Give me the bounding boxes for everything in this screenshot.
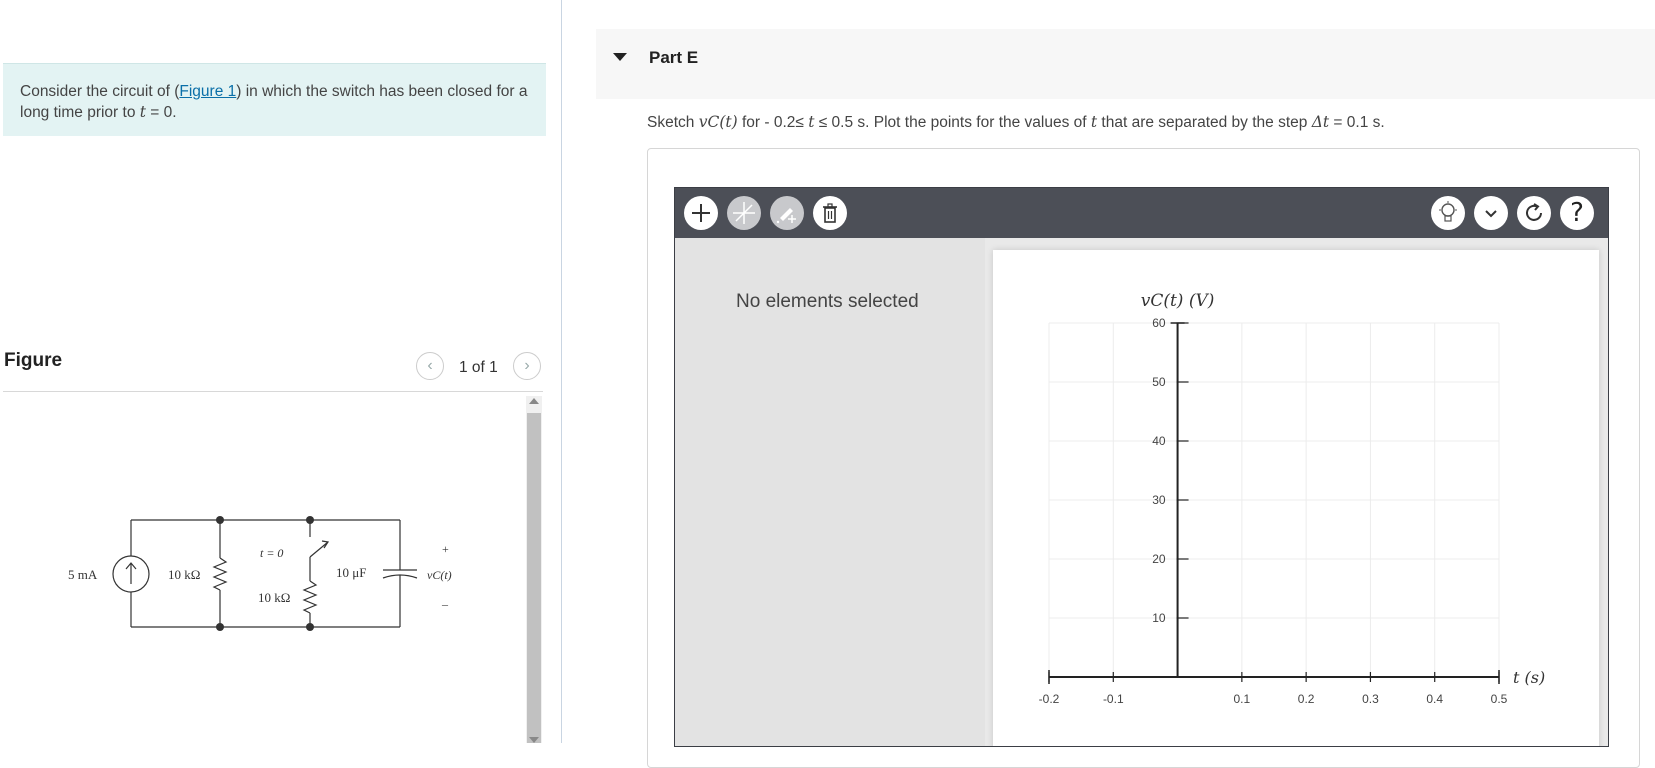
part-instruction: Sketch vC(t) for - 0.2≤ t ≤ 0.5 s. Plot … bbox=[647, 113, 1385, 132]
instruction-text-3: ≤ 0.5 s. Plot the points for the values … bbox=[814, 114, 1091, 131]
draw-curve-button[interactable] bbox=[770, 196, 804, 230]
hint-button[interactable] bbox=[1431, 196, 1465, 230]
left-panel: Consider the circuit of (Figure 1) in wh… bbox=[0, 0, 560, 743]
y-tick-label: 60 bbox=[1152, 316, 1166, 330]
chevron-left-icon: ‹ bbox=[427, 357, 433, 374]
reset-icon bbox=[1526, 203, 1542, 221]
figure-divider bbox=[3, 391, 543, 392]
switch-label: t = 0 bbox=[260, 546, 283, 560]
y-tick-label: 40 bbox=[1152, 434, 1166, 448]
pager-prev-button[interactable]: ‹ bbox=[416, 352, 444, 380]
lightbulb-icon bbox=[1439, 201, 1457, 222]
x-tick-label: 0.1 bbox=[1234, 692, 1251, 706]
more-options-button[interactable] bbox=[1474, 196, 1508, 230]
scroll-up-arrow-icon[interactable] bbox=[529, 398, 539, 404]
x-tick-label: 0.2 bbox=[1298, 692, 1315, 706]
vc-minus-label: – bbox=[441, 597, 449, 611]
help-icon: ? bbox=[1570, 198, 1584, 228]
vc-plus-label: + bbox=[442, 542, 449, 556]
graph-toolbar: ? bbox=[675, 188, 1608, 238]
problem-text-before: Consider the circuit of ( bbox=[20, 83, 180, 100]
instruction-text-1: Sketch bbox=[647, 114, 699, 131]
problem-statement: Consider the circuit of (Figure 1) in wh… bbox=[3, 63, 546, 136]
problem-equals-zero: = 0. bbox=[145, 104, 177, 121]
instruction-text-2: for - 0.2≤ bbox=[737, 114, 809, 131]
line-icon bbox=[733, 202, 755, 224]
pager-text: 1 of 1 bbox=[459, 359, 498, 376]
y-tick-label: 10 bbox=[1152, 611, 1166, 625]
caret-down-icon[interactable] bbox=[613, 53, 627, 61]
x-tick-label: 0.3 bbox=[1362, 692, 1379, 706]
instruction-text-4: that are separated by the step bbox=[1097, 114, 1312, 131]
graph-svg[interactable]: -0.2 -0.1 0.1 0.2 0.3 0.4 0.5 10 20 30 40 50 60 t (s)… bbox=[993, 250, 1599, 747]
graph-canvas[interactable]: -0.2 -0.1 0.1 0.2 0.3 0.4 0.5 10 20 30 40 50 60 t (s)… bbox=[993, 250, 1599, 747]
help-button[interactable]: ? bbox=[1560, 196, 1594, 230]
draw-line-button[interactable] bbox=[727, 196, 761, 230]
r1-label: 10 kΩ bbox=[168, 567, 200, 582]
panel-divider bbox=[561, 0, 562, 743]
figure-title: Figure bbox=[4, 350, 63, 371]
y-tick-label: 20 bbox=[1152, 552, 1166, 566]
graphing-tool: ? No elements selected -0.2 -0.1 0.1 0.2 0.3… bbox=[674, 187, 1609, 747]
x-tick-label: -0.1 bbox=[1103, 692, 1124, 706]
instruction-vc: vC(t) bbox=[698, 113, 738, 131]
instruction-text-5: = 0.1 s. bbox=[1329, 114, 1385, 131]
delete-button[interactable] bbox=[813, 196, 847, 230]
source-label: 5 mA bbox=[68, 567, 98, 582]
y-tick-label: 30 bbox=[1152, 493, 1166, 507]
capacitor-label: 10 μF bbox=[336, 565, 366, 580]
add-point-button[interactable] bbox=[684, 196, 718, 230]
selection-status: No elements selected bbox=[736, 291, 919, 312]
x-axis-label: t (s) bbox=[1513, 668, 1545, 687]
vc-label: vC(t) bbox=[427, 568, 452, 582]
selection-panel: No elements selected bbox=[675, 238, 985, 746]
reset-button[interactable] bbox=[1517, 196, 1551, 230]
figure-scrollbar-thumb[interactable] bbox=[527, 413, 541, 743]
trash-icon bbox=[823, 203, 837, 223]
pencil-plus-icon bbox=[776, 208, 796, 224]
circuit-diagram: 5 mA 10 kΩ t = 0 10 kΩ 10 μF + vC(t) – bbox=[68, 516, 452, 631]
y-axis-label: vC(t) (V) bbox=[1141, 291, 1215, 311]
plus-icon bbox=[692, 204, 710, 222]
y-tick-label: 50 bbox=[1152, 375, 1166, 389]
scroll-down-arrow-icon[interactable] bbox=[529, 737, 539, 743]
x-tick-label: 0.4 bbox=[1426, 692, 1443, 706]
x-tick-label: -0.2 bbox=[1039, 692, 1060, 706]
part-header[interactable] bbox=[596, 29, 1655, 99]
x-tick-label: 0.5 bbox=[1491, 692, 1508, 706]
part-title: Part E bbox=[649, 48, 699, 67]
chevron-right-icon: › bbox=[524, 357, 530, 374]
figure-link[interactable]: Figure 1 bbox=[179, 83, 236, 100]
pager-next-button[interactable]: › bbox=[513, 352, 541, 380]
chevron-down-icon bbox=[1485, 210, 1497, 218]
instruction-delta-t: Δt bbox=[1311, 113, 1330, 131]
r2-label: 10 kΩ bbox=[258, 590, 290, 605]
